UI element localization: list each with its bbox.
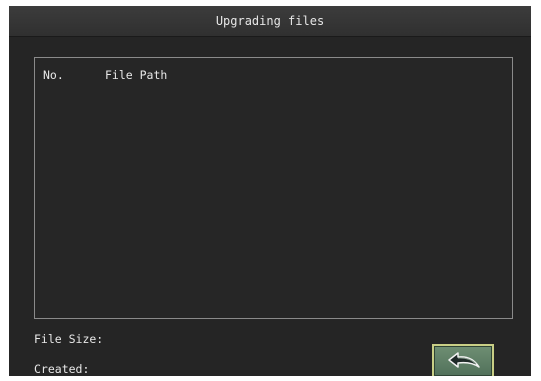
created-label: Created:: [34, 362, 90, 376]
dialog-title: Upgrading files: [9, 6, 531, 37]
back-arrow-icon: [448, 352, 480, 368]
list-header: No. File Path: [35, 67, 512, 83]
column-header-no: No.: [43, 68, 64, 82]
upgrade-dialog: Upgrading files No. File Path File Size:…: [9, 6, 531, 376]
column-header-file-path: File Path: [105, 68, 168, 82]
file-list[interactable]: No. File Path: [34, 57, 513, 319]
back-button[interactable]: [432, 344, 494, 376]
file-size-label: File Size:: [34, 332, 104, 346]
